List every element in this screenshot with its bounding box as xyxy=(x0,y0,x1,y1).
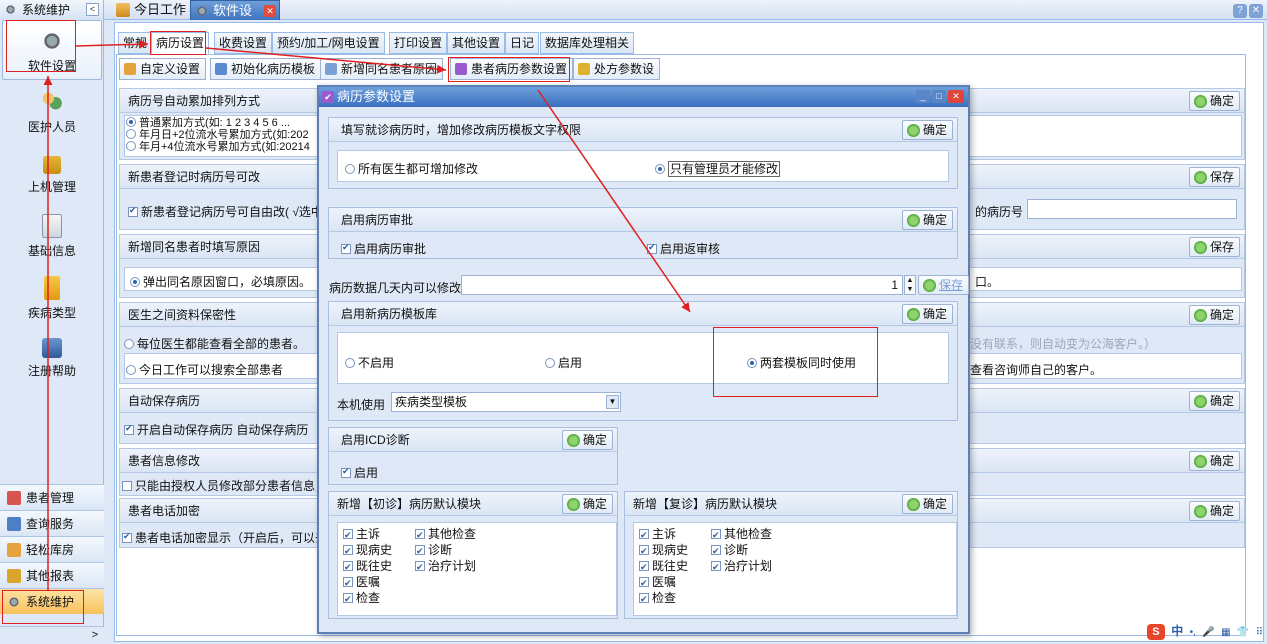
arrow-to-button xyxy=(205,47,447,74)
ime-mode[interactable]: 中 xyxy=(1171,624,1183,638)
keyboard-icon[interactable]: ▦ xyxy=(1221,627,1230,638)
arrow-to-tab xyxy=(75,39,149,49)
annotation-arrows xyxy=(43,39,691,590)
punctuation-icon[interactable]: •, xyxy=(1190,627,1196,638)
arrow-to-option xyxy=(537,89,691,313)
ime-toolbar: S 中 •, 🎤 ▦ 👕 ⠿ xyxy=(1146,622,1263,642)
microphone-icon[interactable]: 🎤 xyxy=(1202,627,1214,638)
skin-icon[interactable]: 👕 xyxy=(1237,627,1249,638)
ime-logo: S xyxy=(1146,624,1165,640)
menu-icon[interactable]: ⠿ xyxy=(1256,627,1263,638)
